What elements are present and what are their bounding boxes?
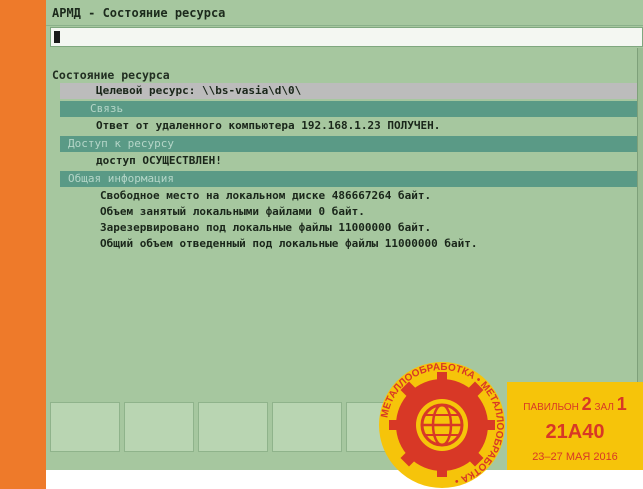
group-general-info[interactable]: Общая информация (60, 171, 643, 187)
reserved-space-row: Зарезервировано под локальные файлы 1100… (100, 221, 432, 234)
hall-label: ЗАЛ (594, 402, 614, 413)
used-space-row: Объем занятый локальными файлами 0 байт. (100, 205, 365, 218)
window-title: АРМД - Состояние ресурса (46, 0, 643, 26)
group-resource-access[interactable]: Доступ к ресурсу (60, 136, 643, 152)
scrollbar[interactable] (637, 48, 643, 408)
hall-number: 1 (616, 394, 627, 414)
exhibition-badge: ПАВИЛЬОН 2 ЗАЛ 1 21А40 23–27 МАЯ 2016 (507, 382, 643, 470)
pavilion-label: ПАВИЛЬОН (523, 402, 579, 413)
function-key-2[interactable] (124, 402, 194, 452)
group-connection[interactable]: Связь (60, 101, 643, 117)
function-key-3[interactable] (198, 402, 268, 452)
command-input[interactable] (50, 27, 643, 47)
free-space-row: Свободное место на локальном диске 48666… (100, 189, 432, 202)
pavilion-number: 2 (581, 394, 592, 414)
connection-status-row: Ответ от удаленного компьютера 192.168.1… (96, 119, 441, 132)
exhibition-dates: 23–27 МАЯ 2016 (532, 451, 618, 463)
globe-gear-logo-icon: МЕТАЛЛООБРАБОТКА • МЕТАЛЛООБРАБОТКА • (379, 362, 505, 488)
bottom-margin (46, 470, 643, 489)
access-status-row: доступ ОСУЩЕСТВЛЕН! (96, 154, 222, 167)
function-key-4[interactable] (272, 402, 342, 452)
pavilion-line: ПАВИЛЬОН 2 ЗАЛ 1 (507, 394, 643, 415)
orange-side-bar (0, 0, 46, 489)
section-title: Состояние ресурса (52, 68, 170, 82)
target-resource-row: Целевой ресурс: \\bs-vasia\d\0\ (60, 83, 643, 99)
stand-number: 21А40 (545, 421, 605, 443)
text-cursor (54, 31, 60, 43)
total-allocated-row: Общий объем отведенный под локальные фай… (100, 237, 478, 250)
panel-strip (50, 48, 643, 64)
function-key-1[interactable] (50, 402, 120, 452)
